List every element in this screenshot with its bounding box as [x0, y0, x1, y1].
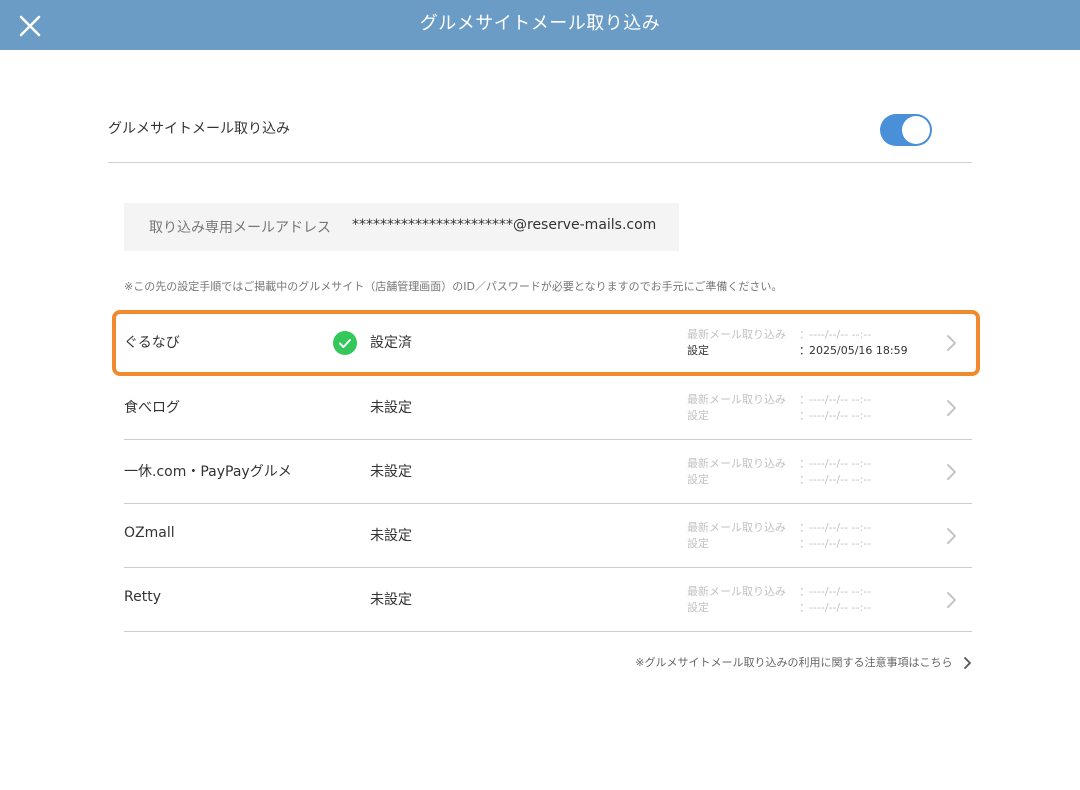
last-import-value: ----/--/-- --:-- — [809, 328, 872, 341]
address-label: 取り込み専用メールアドレス — [149, 220, 331, 236]
site-status: 設定済 — [370, 335, 412, 351]
site-name: OZmall — [124, 525, 175, 541]
site-status: 未設定 — [370, 528, 412, 544]
toggle-knob — [902, 116, 930, 144]
last-import-label: 最新メール取り込み — [687, 393, 786, 406]
site-import-info: 最新メール取り込み ： ----/--/-- --:-- 設定 ： ----/-… — [687, 392, 927, 424]
last-import-value: ----/--/-- --:-- — [809, 457, 872, 470]
site-row-retty[interactable]: Retty 未設定 最新メール取り込み ： ----/--/-- --:-- 設… — [124, 568, 972, 632]
site-name: ぐるなび — [124, 335, 180, 351]
last-import-value: ----/--/-- --:-- — [809, 393, 872, 406]
setting-label: 設定 — [687, 473, 709, 486]
site-row-ikyu[interactable]: 一休.com・PayPayグルメ 未設定 最新メール取り込み ： ----/--… — [124, 440, 972, 504]
site-name: Retty — [124, 589, 161, 605]
setting-value: 2025/05/16 18:59 — [809, 344, 908, 357]
import-toggle-switch[interactable] — [880, 114, 932, 146]
chevron-right-icon — [947, 592, 956, 608]
chevron-right-icon — [947, 335, 956, 351]
setting-value: ----/--/-- --:-- — [809, 537, 872, 550]
setting-label: 設定 — [687, 601, 709, 614]
setting-label: 設定 — [687, 409, 709, 422]
address-value: ***********************@reserve-mails.co… — [352, 217, 657, 233]
site-row-ozmall[interactable]: OZmall 未設定 最新メール取り込み ： ----/--/-- --:-- … — [124, 504, 972, 568]
site-import-info: 最新メール取り込み ： ----/--/-- --:-- 設定 ： ----/-… — [687, 456, 927, 488]
terms-notice-text: ※グルメサイトメール取り込みの利用に関する注意事項はこちら — [635, 656, 953, 669]
site-row-tabelog[interactable]: 食べログ 未設定 最新メール取り込み ： ----/--/-- --:-- 設定… — [124, 376, 972, 440]
import-toggle-row: グルメサイトメール取り込み — [108, 100, 972, 163]
site-name: 一休.com・PayPayグルメ — [124, 464, 292, 480]
last-import-label: 最新メール取り込み — [687, 328, 786, 341]
site-name: 食べログ — [124, 400, 180, 416]
last-import-value: ----/--/-- --:-- — [809, 521, 872, 534]
setting-value: ----/--/-- --:-- — [809, 409, 872, 422]
import-address-box: 取り込み専用メールアドレス ***********************@re… — [124, 203, 679, 251]
site-import-info: 最新メール取り込み ： ----/--/-- --:-- 設定 ： ----/-… — [687, 584, 927, 616]
header-bar: グルメサイトメール取り込み — [0, 0, 1080, 50]
terms-notice-link[interactable]: ※グルメサイトメール取り込みの利用に関する注意事項はこちら — [635, 654, 972, 670]
site-status: 未設定 — [370, 464, 412, 480]
chevron-right-icon — [947, 464, 956, 480]
setting-label: 設定 — [687, 344, 709, 357]
gourmet-site-list: ぐるなび 設定済 最新メール取り込み ： ----/--/-- --:-- 設定… — [112, 310, 980, 632]
site-import-info: 最新メール取り込み ： ----/--/-- --:-- 設定 ： 2025/0… — [687, 327, 927, 359]
preparation-notice: ※この先の設定手順ではご掲載中のグルメサイト（店舗管理画面）のID／パスワードが… — [124, 280, 783, 293]
chevron-right-icon — [947, 528, 956, 544]
check-circle-icon — [333, 331, 357, 355]
chevron-right-icon — [947, 400, 956, 416]
site-status: 未設定 — [370, 400, 412, 416]
setting-value: ----/--/-- --:-- — [809, 601, 872, 614]
last-import-label: 最新メール取り込み — [687, 521, 786, 534]
last-import-label: 最新メール取り込み — [687, 585, 786, 598]
page-title: グルメサイトメール取り込み — [419, 13, 661, 34]
site-status: 未設定 — [370, 592, 412, 608]
setting-label: 設定 — [687, 537, 709, 550]
site-row-gurunavi[interactable]: ぐるなび 設定済 最新メール取り込み ： ----/--/-- --:-- 設定… — [112, 310, 980, 376]
import-toggle-label: グルメサイトメール取り込み — [108, 121, 290, 137]
last-import-value: ----/--/-- --:-- — [809, 585, 872, 598]
setting-value: ----/--/-- --:-- — [809, 473, 872, 486]
last-import-label: 最新メール取り込み — [687, 457, 786, 470]
chevron-right-icon — [964, 657, 971, 669]
site-import-info: 最新メール取り込み ： ----/--/-- --:-- 設定 ： ----/-… — [687, 520, 927, 552]
